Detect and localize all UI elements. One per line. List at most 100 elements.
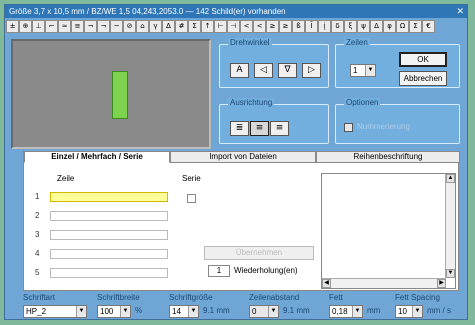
ok-button[interactable]: OK [399, 52, 447, 67]
toolbar-symbol-button[interactable]: φ [383, 20, 396, 33]
zeile-input-1[interactable] [50, 192, 168, 202]
toolbar-symbol-button[interactable]: ß [292, 20, 305, 33]
label-preview-shape [112, 71, 128, 119]
fett-spacing-label: Fett Spacing [395, 293, 440, 302]
schriftart-label: Schriftart [23, 293, 56, 302]
schriftbreite-select[interactable]: 100 ▼ [97, 305, 131, 318]
reihen-text-area[interactable]: ▲ ▼ ◀ ▶ [321, 173, 456, 289]
wiederholung-input[interactable]: 1 [208, 265, 230, 277]
scroll-left-icon[interactable]: ◀ [322, 279, 331, 288]
schriftgroesse-label: Schriftgröße [169, 293, 213, 302]
chevron-down-icon: ▼ [412, 306, 422, 317]
toolbar-symbol-button[interactable]: ↑ [201, 20, 214, 33]
serie-header: Serie [182, 174, 201, 183]
zeilen-value: 1 [353, 66, 358, 75]
close-icon[interactable]: ✕ [456, 5, 464, 18]
toolbar-symbol-button[interactable]: ≈ [58, 20, 71, 33]
fett-unit: mm [367, 306, 381, 315]
zeilenabstand-value: 0 [252, 307, 257, 316]
zeilenabstand-label: Zeilenabstand [249, 293, 300, 302]
toolbar-symbol-button[interactable]: # [175, 20, 188, 33]
ausrichtung-group: Ausrichtung ≣ ≡ ≡ [219, 98, 329, 144]
toolbar-symbol-button[interactable]: Σ [409, 20, 422, 33]
serie-checkbox[interactable] [187, 194, 196, 203]
toolbar-symbol-button[interactable]: ⊢ [214, 20, 227, 33]
toolbar-symbol-button[interactable]: δ [331, 20, 344, 33]
cancel-button[interactable]: Abbrechen [399, 71, 447, 86]
toolbar-symbol-button[interactable]: ⊘ [123, 20, 136, 33]
tab-import-von-dateien[interactable]: Import von Dateien [170, 151, 316, 163]
toolbar-symbol-button[interactable]: < [240, 20, 253, 33]
toolbar-symbol-button[interactable]: < [253, 20, 266, 33]
zeilen-select[interactable]: 1 ▼ [350, 64, 376, 77]
toolbar-symbol-button[interactable]: ⊥ [32, 20, 45, 33]
rotate-90-button[interactable]: ◁ [254, 63, 273, 78]
vertical-scrollbar[interactable]: ▲ ▼ [445, 174, 455, 278]
fett-spacing-select[interactable]: 10 ▼ [395, 305, 423, 318]
app-window: Größe 3,7 x 10,5 mm / BZ/WE 1,5 04,243,2… [4, 4, 468, 320]
toolbar-symbol-button[interactable]: ⊕ [19, 20, 32, 33]
drehwinkel-label: Drehwinkel [228, 38, 272, 47]
schriftgroesse-value: 14 [172, 307, 181, 316]
toolbar-symbol-button[interactable]: ≡ [71, 20, 84, 33]
toolbar-symbol-button[interactable]: Δ [370, 20, 383, 33]
toolbar-symbol-button[interactable]: ≥ [266, 20, 279, 33]
toolbar-symbol-button[interactable]: ξ [344, 20, 357, 33]
toolbar-symbol-button[interactable]: γ [149, 20, 162, 33]
optionen-label: Optionen [344, 98, 381, 107]
zeile-input-2[interactable] [50, 211, 168, 221]
toolbar-symbol-button[interactable]: ψ [357, 20, 370, 33]
label-preview [11, 39, 211, 149]
zeilenabstand-unit: 9.1 mm [283, 306, 310, 315]
zeile-input-4[interactable] [50, 249, 168, 259]
fett-label: Fett [329, 293, 343, 302]
scroll-up-icon[interactable]: ▲ [446, 174, 455, 183]
toolbar-symbol-button[interactable]: ⊣ [227, 20, 240, 33]
chevron-down-icon: ▼ [120, 306, 130, 317]
toolbar-symbol-button[interactable]: ~ [110, 20, 123, 33]
chevron-down-icon: ▼ [76, 306, 86, 317]
schriftbreite-value: 100 [100, 307, 114, 316]
row-number: 3 [35, 230, 40, 239]
rotate-270-button[interactable]: ▷ [302, 63, 321, 78]
align-right-button[interactable]: ≡ [270, 121, 289, 136]
tab-panel: Einzel / Mehrfach / Serie Import von Dat… [23, 151, 460, 291]
chevron-down-icon: ▼ [352, 306, 362, 317]
toolbar-symbol-button[interactable]: ⌐ [45, 20, 58, 33]
row-number: 5 [35, 268, 40, 277]
drehwinkel-group: Drehwinkel A ◁ ∇ ▷ [219, 38, 329, 88]
schriftgroesse-select[interactable]: 14 ▼ [169, 305, 199, 318]
ausrichtung-label: Ausrichtung [228, 98, 275, 107]
scroll-right-icon[interactable]: ▶ [437, 279, 446, 288]
toolbar-symbol-button[interactable]: ¬ [84, 20, 97, 33]
toolbar-symbol-button[interactable]: Ĩ [305, 20, 318, 33]
tab-reihenbeschriftung[interactable]: Reihenbeschriftung [316, 151, 460, 163]
fett-select[interactable]: 0,18 ▼ [329, 305, 363, 318]
toolbar-symbol-button[interactable]: į [318, 20, 331, 33]
toolbar-symbol-button[interactable]: € [422, 20, 435, 33]
rotate-180-button[interactable]: ∇ [278, 63, 297, 78]
zeile-input-3[interactable] [50, 230, 168, 240]
toolbar-symbol-button[interactable]: ∆ [162, 20, 175, 33]
horizontal-scrollbar[interactable]: ◀ ▶ [322, 278, 446, 288]
toolbar-symbol-button[interactable]: ¬ [97, 20, 110, 33]
row-number: 4 [35, 249, 40, 258]
nummerierung-checkbox[interactable] [344, 123, 353, 132]
uebernehmen-button[interactable]: Übernehmen [204, 246, 314, 260]
row-number: 1 [35, 192, 40, 201]
toolbar-symbol-button[interactable]: Ω [396, 20, 409, 33]
rotate-0-button[interactable]: A [230, 63, 249, 78]
schriftart-select[interactable]: HP_2 ▼ [23, 305, 87, 318]
align-center-button[interactable]: ≡ [250, 121, 269, 136]
toolbar-symbol-button[interactable]: ± [6, 20, 19, 33]
scroll-down-icon[interactable]: ▼ [446, 269, 455, 278]
toolbar-symbol-button[interactable]: ≥ [279, 20, 292, 33]
toolbar-symbol-button[interactable]: Σ [188, 20, 201, 33]
toolbar-symbol-button[interactable]: ⌂ [136, 20, 149, 33]
tab-einzel-mehrfach-serie[interactable]: Einzel / Mehrfach / Serie [24, 151, 170, 163]
align-left-button[interactable]: ≣ [230, 121, 249, 136]
zeilenabstand-select[interactable]: 0 ▼ [249, 305, 279, 318]
fett-spacing-value: 10 [398, 307, 407, 316]
zeilen-group: Zeilen 1 ▼ OK Abbrechen [335, 38, 460, 88]
zeile-input-5[interactable] [50, 268, 168, 278]
